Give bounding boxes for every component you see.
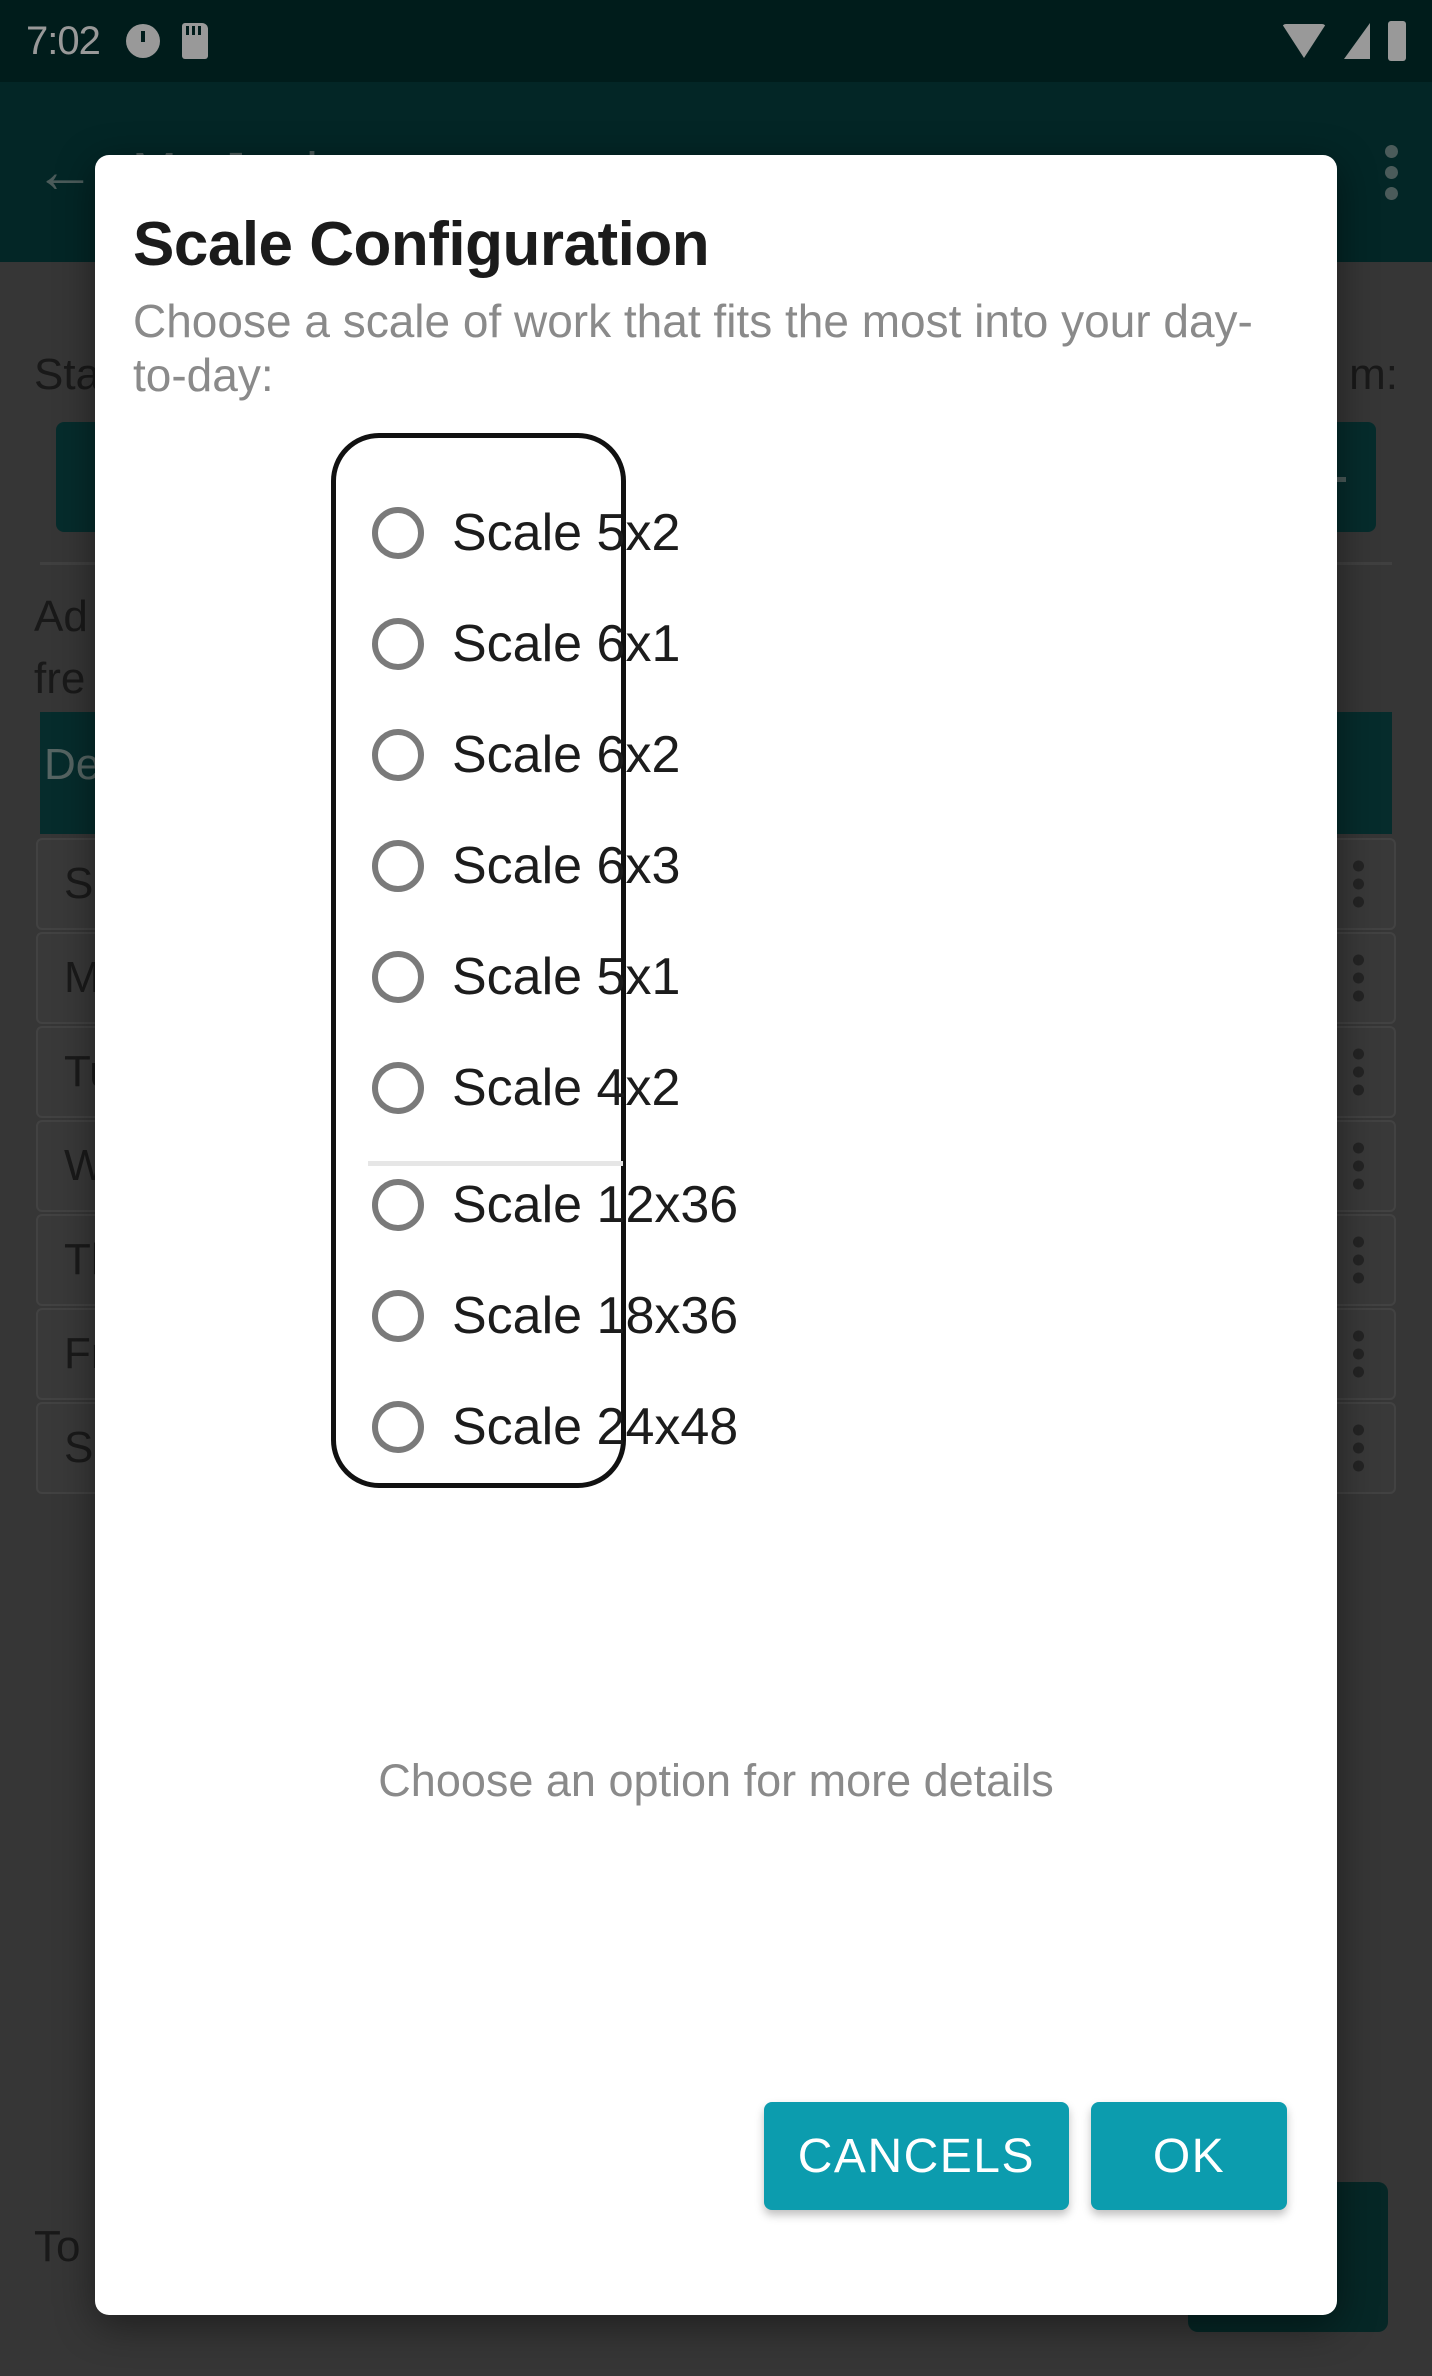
option-label: Scale 24x48 bbox=[452, 1398, 739, 1456]
dialog-hint-text: Choose an option for more details bbox=[378, 1755, 1054, 1806]
option-scale-5x2[interactable]: Scale 5x2 bbox=[372, 498, 680, 568]
dialog-subtitle: Choose a scale of work that fits the mos… bbox=[133, 295, 1253, 402]
option-scale-4x2[interactable]: Scale 4x2 bbox=[372, 1053, 680, 1123]
cancel-button[interactable]: CANCELS bbox=[763, 2102, 1069, 2210]
radio-button-icon[interactable] bbox=[372, 1401, 424, 1453]
scale-configuration-dialog: Scale Configuration Choose a scale of wo… bbox=[95, 155, 1337, 2315]
radio-button-icon[interactable] bbox=[372, 507, 424, 559]
option-label: Scale 12x36 bbox=[452, 1176, 739, 1234]
option-scale-6x1[interactable]: Scale 6x1 bbox=[372, 609, 680, 679]
option-scale-6x3[interactable]: Scale 6x3 bbox=[372, 831, 680, 901]
option-scale-6x2[interactable]: Scale 6x2 bbox=[372, 720, 680, 790]
radio-button-icon[interactable] bbox=[372, 618, 424, 670]
radio-button-icon[interactable] bbox=[372, 1179, 424, 1231]
radio-button-icon[interactable] bbox=[372, 1290, 424, 1342]
radio-button-icon[interactable] bbox=[372, 840, 424, 892]
screen: 7:02 ← My Joab Sta m: bbox=[0, 0, 1432, 2376]
option-scale-5x1[interactable]: Scale 5x1 bbox=[372, 942, 680, 1012]
scale-options-list: Scale 5x2 Scale 6x1 Scale 6x2 Scale 6x3 … bbox=[331, 433, 738, 1488]
option-scale-24x48[interactable]: Scale 24x48 bbox=[372, 1392, 738, 1462]
radio-button-icon[interactable] bbox=[372, 951, 424, 1003]
dialog-title: Scale Configuration bbox=[133, 210, 710, 279]
option-scale-12x36[interactable]: Scale 12x36 bbox=[372, 1170, 738, 1240]
option-label: Scale 6x1 bbox=[452, 615, 681, 673]
radio-button-icon[interactable] bbox=[372, 1062, 424, 1114]
option-label: Scale 6x3 bbox=[452, 837, 681, 895]
option-label: Scale 4x2 bbox=[452, 1059, 681, 1117]
option-label: Scale 6x2 bbox=[452, 726, 681, 784]
ok-button[interactable]: OK bbox=[1091, 2102, 1287, 2210]
dialog-button-row: CANCELS OK bbox=[763, 2102, 1287, 2210]
option-label: Scale 5x1 bbox=[452, 948, 681, 1006]
option-label: Scale 5x2 bbox=[452, 504, 681, 562]
radio-button-icon[interactable] bbox=[372, 729, 424, 781]
options-group-divider bbox=[368, 1161, 623, 1166]
option-label: Scale 18x36 bbox=[452, 1287, 739, 1345]
option-scale-18x36[interactable]: Scale 18x36 bbox=[372, 1281, 738, 1351]
